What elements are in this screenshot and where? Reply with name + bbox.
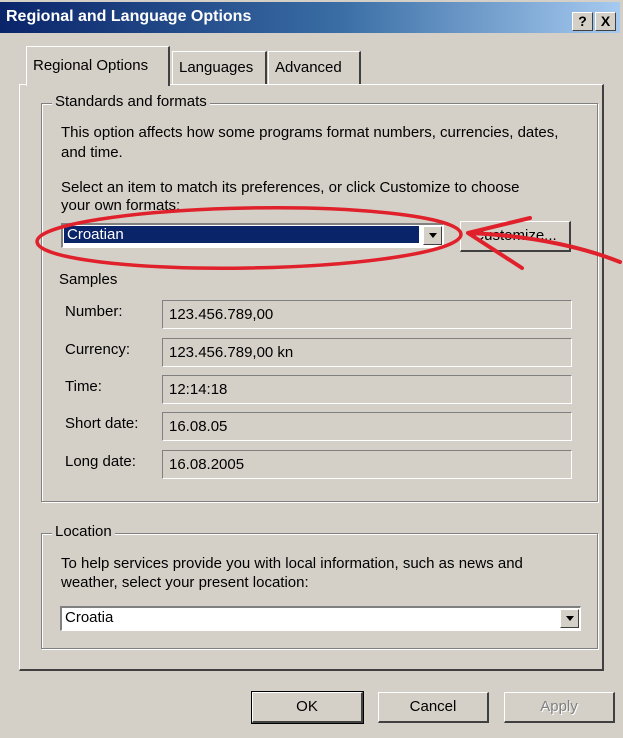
location-select[interactable]: Croatia [60,606,581,631]
close-button[interactable]: X [595,12,616,31]
sample-label-time: Time: [65,378,102,395]
dialog-window: Regional and Language Options ? X Region… [0,0,623,738]
sample-value-time: 12:14:18 [162,375,572,404]
sample-label-number: Number: [65,303,123,320]
format-select[interactable]: Croatian [61,223,444,248]
sample-value-long-date: 16.08.2005 [162,450,572,479]
sample-label-short-date: Short date: [65,415,139,432]
sample-value-number: 123.456.789,00 [162,300,572,329]
group-label: Location [52,523,115,540]
select-prompt-line1: Select an item to match its preferences,… [61,179,520,196]
sample-value-currency: 123.456.789,00 kn [162,338,572,367]
ok-button[interactable]: OK [251,691,364,724]
cancel-label: Cancel [409,698,457,715]
sample-label-long-date: Long date: [65,453,136,470]
help-icon: ? [578,13,587,29]
group-label: Standards and formats [52,93,210,110]
customize-button[interactable]: Customize... [460,221,571,252]
sample-value-text: 12:14:18 [169,381,228,398]
cancel-button[interactable]: Cancel [378,692,489,723]
tab-label: Advanced [275,59,342,76]
location-description-line2: weather, select your present location: [61,574,309,591]
tab-label: Regional Options [33,57,149,74]
close-icon: X [600,13,611,29]
customize-label: Customize... [473,227,557,244]
title-bar: Regional and Language Options ? X [0,2,620,33]
sample-value-short-date: 16.08.05 [162,412,572,441]
apply-button[interactable]: Apply [504,692,615,723]
chevron-down-icon[interactable] [423,226,442,245]
location-description-line1: To help services provide you with local … [61,555,523,572]
help-button[interactable]: ? [572,12,593,31]
tab-label: Languages [179,59,254,76]
location-select-value: Croatia [65,609,114,626]
format-select-value: Croatian [64,226,419,243]
tab-regional-options[interactable]: Regional Options [26,46,170,86]
ok-label: OK [296,698,318,715]
sample-value-text: 123.456.789,00 [169,306,274,323]
tab-languages[interactable]: Languages [172,51,267,84]
sample-value-text: 123.456.789,00 kn [169,344,294,361]
window-title: Regional and Language Options [6,8,252,25]
sample-value-text: 16.08.2005 [169,456,245,473]
sample-label-currency: Currency: [65,341,131,358]
sample-value-text: 16.08.05 [169,418,228,435]
apply-label: Apply [540,698,578,715]
samples-label: Samples [59,271,118,288]
standards-description: This option affects how some programs fo… [61,124,559,161]
select-prompt-line2: your own formats: [61,197,181,214]
tab-advanced[interactable]: Advanced [268,51,361,84]
chevron-down-icon[interactable] [560,609,579,628]
